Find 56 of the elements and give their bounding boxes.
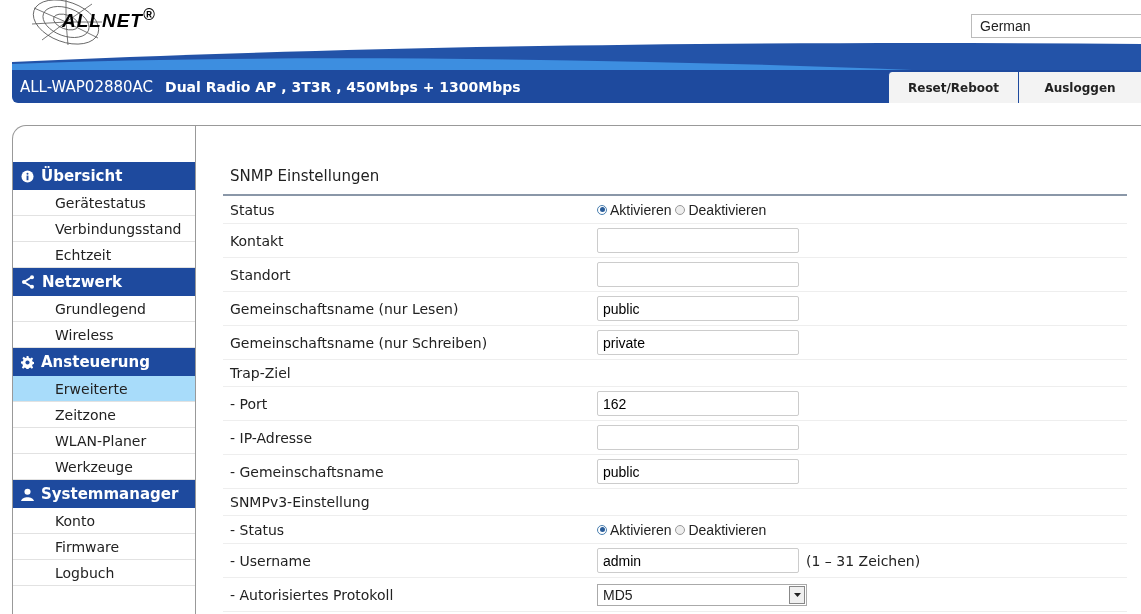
menu-item[interactable]: Zeitzone	[13, 402, 195, 428]
menu-item[interactable]: Konto	[13, 508, 195, 534]
language-field[interactable]: German	[971, 14, 1141, 38]
header-button[interactable]: Reset/Reboot	[888, 72, 1018, 103]
input-field[interactable]	[597, 262, 799, 287]
input-field[interactable]: public	[597, 296, 799, 321]
menu-item[interactable]: Firmware	[13, 534, 195, 560]
input-field[interactable]: 162	[597, 391, 799, 416]
field-label: Standort	[230, 266, 292, 283]
field-label: Gemeinschaftsname (nur Lesen)	[230, 300, 460, 317]
info-icon	[21, 169, 34, 183]
radio-option[interactable]: Deaktivieren	[675, 521, 767, 538]
menu-group-header[interactable]: Übersicht	[13, 162, 195, 190]
input-field[interactable]	[597, 228, 799, 253]
field-label: Status	[230, 201, 276, 218]
user-icon	[21, 487, 34, 501]
menu-group-title[interactable]: Ansteuerung	[41, 353, 150, 371]
share-icon	[21, 275, 35, 289]
settings-icon	[21, 355, 34, 369]
input-field[interactable]	[597, 425, 799, 450]
menu-group-header[interactable]: Netzwerk	[13, 268, 195, 296]
section-label: Trap-Ziel	[230, 365, 292, 381]
hint-text: (1 – 31 Zeichen)	[806, 552, 921, 569]
menu-item[interactable]: Grundlegend	[13, 296, 195, 322]
field-label: - IP-Adresse	[230, 429, 313, 446]
device-description: Dual Radio AP , 3T3R , 450Mbps + 1300Mbps	[165, 78, 522, 95]
caret-icon	[789, 585, 805, 604]
field-label: - Username	[230, 552, 312, 569]
radio-option[interactable]: Deaktivieren	[675, 201, 767, 218]
menu-group-header[interactable]: Ansteuerung	[13, 348, 195, 376]
section-title: SNMP Einstellungen	[230, 167, 380, 185]
model-name: ALL-WAP02880AC	[20, 77, 154, 96]
menu-item[interactable]: Logbuch	[13, 560, 195, 586]
input-field[interactable]: private	[597, 330, 799, 355]
menu-item[interactable]: Erweiterte	[13, 376, 195, 402]
field-label: Gemeinschaftsname (nur Schreiben)	[230, 334, 489, 351]
menu-group-title[interactable]: Systemmanager	[41, 485, 179, 503]
logo-text: ALLNET$^{®}$	[62, 6, 156, 33]
field-label: Kontakt	[230, 232, 285, 249]
menu-item[interactable]: Verbindungsstand	[13, 216, 195, 242]
menu-item[interactable]: Gerätestatus	[13, 190, 195, 216]
menu-group-title[interactable]: Netzwerk	[42, 273, 123, 291]
radio-option[interactable]: Aktivieren	[597, 201, 672, 218]
input-field[interactable]: admin	[597, 548, 799, 573]
dropdown[interactable]: MD5	[597, 583, 807, 606]
field-label: - Status	[230, 521, 286, 538]
input-field[interactable]: public	[597, 459, 799, 484]
field-label: - Gemeinschaftsname	[230, 463, 385, 480]
menu-item[interactable]: WLAN-Planer	[13, 428, 195, 454]
field-label: - Autorisiertes Protokoll	[230, 586, 395, 603]
radio-option[interactable]: Aktivieren	[597, 521, 672, 538]
header-button[interactable]: Ausloggen	[1018, 72, 1141, 103]
menu-group-title[interactable]: Übersicht	[41, 167, 123, 185]
section-label: SNMPv3-Einstellung	[230, 494, 371, 510]
menu-group-header[interactable]: Systemmanager	[13, 480, 195, 508]
field-label: - Port	[230, 395, 269, 412]
